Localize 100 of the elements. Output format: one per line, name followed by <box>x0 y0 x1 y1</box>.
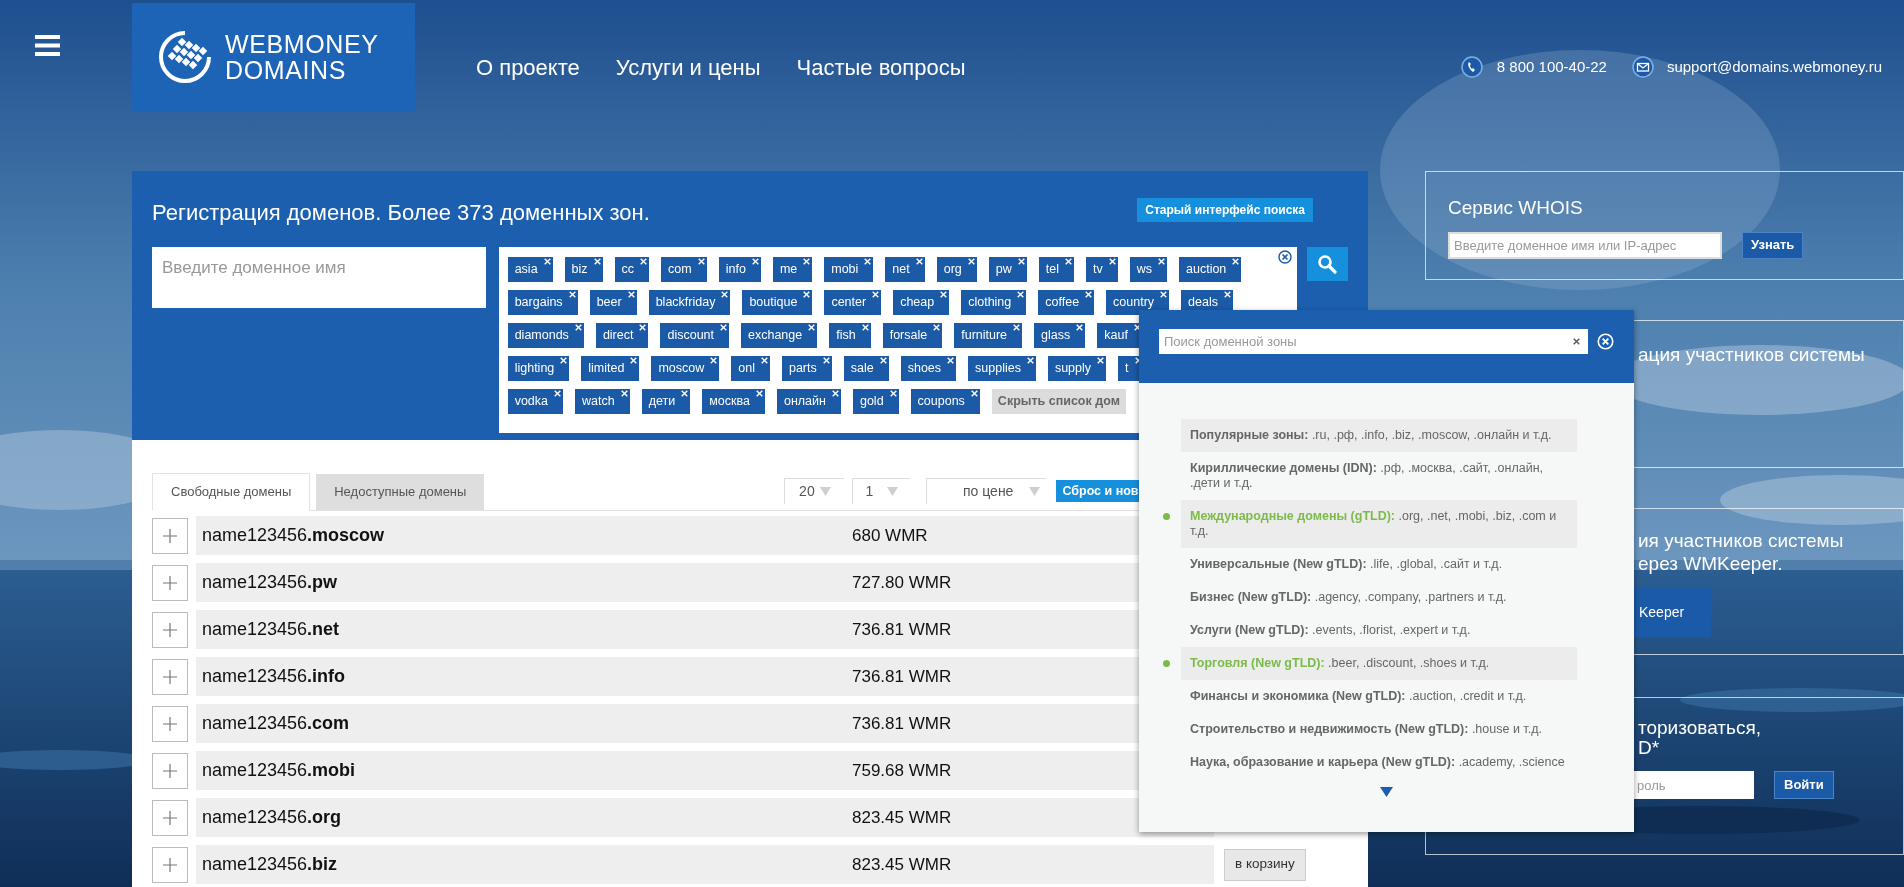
hide-list-button[interactable]: Скрыть список дом <box>991 389 1126 414</box>
page-select[interactable]: 1 <box>852 478 911 504</box>
zone-tag[interactable]: asia <box>507 257 553 282</box>
lookup-button[interactable]: Узнать <box>1742 231 1804 259</box>
zone-tag[interactable]: org <box>936 257 977 282</box>
zone-tag[interactable]: sale <box>843 356 889 381</box>
zone-tag[interactable]: forsale <box>882 323 943 348</box>
zone-tag[interactable]: onl <box>731 356 770 381</box>
plus-icon <box>163 669 177 684</box>
nav-link[interactable]: Частые вопросы <box>796 51 966 84</box>
zone-tag[interactable]: gold <box>852 389 899 414</box>
domain-name: name123456.pw <box>202 571 339 594</box>
domain-name: name123456.biz <box>202 853 339 876</box>
zone-tag[interactable]: glass <box>1034 323 1086 348</box>
whois-input[interactable]: Введите доменное имя или IP-адрес <box>1448 231 1722 259</box>
domain-name: name123456.moscow <box>202 524 386 547</box>
card-text: торизоваться, <box>1638 718 1762 738</box>
zone-tag[interactable]: cheap <box>893 290 950 315</box>
zone-tag[interactable]: mobi <box>824 257 874 282</box>
zone-tag[interactable]: онлайн <box>776 389 841 414</box>
zone-tag[interactable]: beer <box>589 290 637 315</box>
zone-tag[interactable]: diamonds <box>507 323 584 348</box>
sort-select[interactable]: по цене <box>926 478 1047 504</box>
price: 727.80 WMR <box>852 571 952 594</box>
scroll-down-icon[interactable] <box>1380 787 1393 797</box>
plus-icon <box>163 528 177 543</box>
caret-icon <box>819 487 831 496</box>
zone-tag[interactable]: watch <box>575 389 630 414</box>
zone-tag[interactable]: ws <box>1129 257 1167 282</box>
tab[interactable]: Свободные домены <box>152 473 311 511</box>
clear-icon[interactable] <box>1277 250 1292 264</box>
keeper-button[interactable]: Keeper <box>1633 588 1711 637</box>
zone-category[interactable]: Универсальные (New gTLD): .life, .global, .сайт и т.д. <box>1181 548 1577 581</box>
price: 823.45 WMR <box>852 853 952 876</box>
zone-tag[interactable]: moscow <box>651 356 720 381</box>
domain-name: name123456.mobi <box>202 759 357 782</box>
card-title: Сервис WHOIS <box>1448 196 1584 220</box>
zone-tag[interactable]: exchange <box>741 323 818 348</box>
zone-category[interactable]: Строительство и недвижимость (New gTLD): .house и т.д. <box>1181 713 1577 746</box>
zone-tag[interactable]: limited <box>581 356 640 381</box>
card-text: ерез WMKeeper. <box>1638 552 1784 575</box>
zone-tag[interactable]: net <box>885 257 925 282</box>
zone-tag[interactable]: дети <box>641 389 691 414</box>
card-text: ия участников системы <box>1638 529 1845 552</box>
zone-tag[interactable]: coffee <box>1038 290 1095 315</box>
search-button[interactable] <box>1306 247 1348 281</box>
zone-tag[interactable]: cc <box>614 257 650 282</box>
price: 736.81 WMR <box>852 618 952 641</box>
domain-input[interactable]: Введите доменное имя <box>152 247 486 308</box>
zone-tag[interactable]: tv <box>1086 257 1118 282</box>
zone-tag[interactable]: shoes <box>900 356 957 381</box>
email-link[interactable]: support@domains.webmoney.ru <box>1666 56 1882 79</box>
zone-category[interactable]: Услуги (New gTLD): .events, .florist, .expert и т.д. <box>1181 614 1577 647</box>
zone-category[interactable]: Кириллические домены (IDN): .рф, .москва, .сайт, .онлайн, .дети и т.д. <box>1181 452 1577 500</box>
phone-number: 8 800 100-40-22 <box>1496 57 1607 77</box>
password-input[interactable]: роль <box>1634 771 1754 799</box>
search-icon <box>1317 254 1338 274</box>
zone-tag[interactable]: clothing <box>961 290 1027 315</box>
nav-link[interactable]: Услуги и цены <box>615 51 761 84</box>
logo[interactable]: WEBMONEY DOMAINS <box>132 3 415 111</box>
per-page-select[interactable]: 20 <box>784 478 845 504</box>
zone-tag[interactable]: me <box>772 257 813 282</box>
zone-category[interactable]: Наука, образование и карьера (New gTLD): .academy, .science <box>1181 746 1577 779</box>
zone-tag[interactable]: москва <box>702 389 765 414</box>
zone-tag[interactable]: discount <box>660 323 729 348</box>
zone-tag[interactable]: supplies <box>968 356 1036 381</box>
price: 736.81 WMR <box>852 665 952 688</box>
tab[interactable]: Недоступные домены <box>316 474 485 510</box>
menu-icon[interactable] <box>35 35 60 56</box>
zone-tag[interactable]: direct <box>595 323 649 348</box>
zone-tag[interactable]: com <box>661 257 707 282</box>
zone-tag[interactable]: lighting <box>507 356 570 381</box>
cart-button[interactable]: в корзину <box>1224 848 1306 881</box>
old-interface-button[interactable]: Старый интерфейс поиска <box>1137 198 1313 222</box>
card-text: D* <box>1638 738 1660 758</box>
zone-tag[interactable]: supply <box>1047 356 1107 381</box>
zone-tag[interactable]: fish <box>829 323 871 348</box>
zone-search-field[interactable]: Поиск доменной зоны <box>1159 329 1588 354</box>
zone-tag[interactable]: boutique <box>742 290 813 315</box>
zone-tag[interactable]: parts <box>781 356 832 381</box>
nav-link[interactable]: О проекте <box>476 51 580 84</box>
close-icon[interactable] <box>1573 338 1580 345</box>
zone-tag[interactable]: tel <box>1038 257 1074 282</box>
plus-icon <box>163 575 177 590</box>
zone-tag[interactable]: info <box>718 257 761 282</box>
zone-tag[interactable]: coupons <box>910 389 980 414</box>
zone-tag[interactable]: furniture <box>954 323 1023 348</box>
caret-icon <box>1029 487 1041 496</box>
zone-tag[interactable]: pw <box>988 257 1027 282</box>
zone-tag[interactable]: auction <box>1179 257 1242 282</box>
zone-tag[interactable]: blackfriday <box>648 290 731 315</box>
zone-tag[interactable]: bargains <box>507 290 578 315</box>
zone-category[interactable]: Популярные зоны: .ru, .рф, .info, .biz, .moscow, .онлайн и т.д. <box>1181 419 1577 452</box>
login-button[interactable]: Войти <box>1774 771 1834 799</box>
plus-icon <box>163 810 177 825</box>
zone-tag[interactable]: center <box>824 290 882 315</box>
zone-category[interactable]: Финансы и экономика (New gTLD): .auction, .credit и т.д. <box>1181 680 1577 713</box>
zone-category[interactable]: Бизнес (New gTLD): .agency, .company, .partners и т.д. <box>1181 581 1577 614</box>
zone-tag[interactable]: vodka <box>507 389 564 414</box>
zone-tag[interactable]: biz <box>564 257 603 282</box>
